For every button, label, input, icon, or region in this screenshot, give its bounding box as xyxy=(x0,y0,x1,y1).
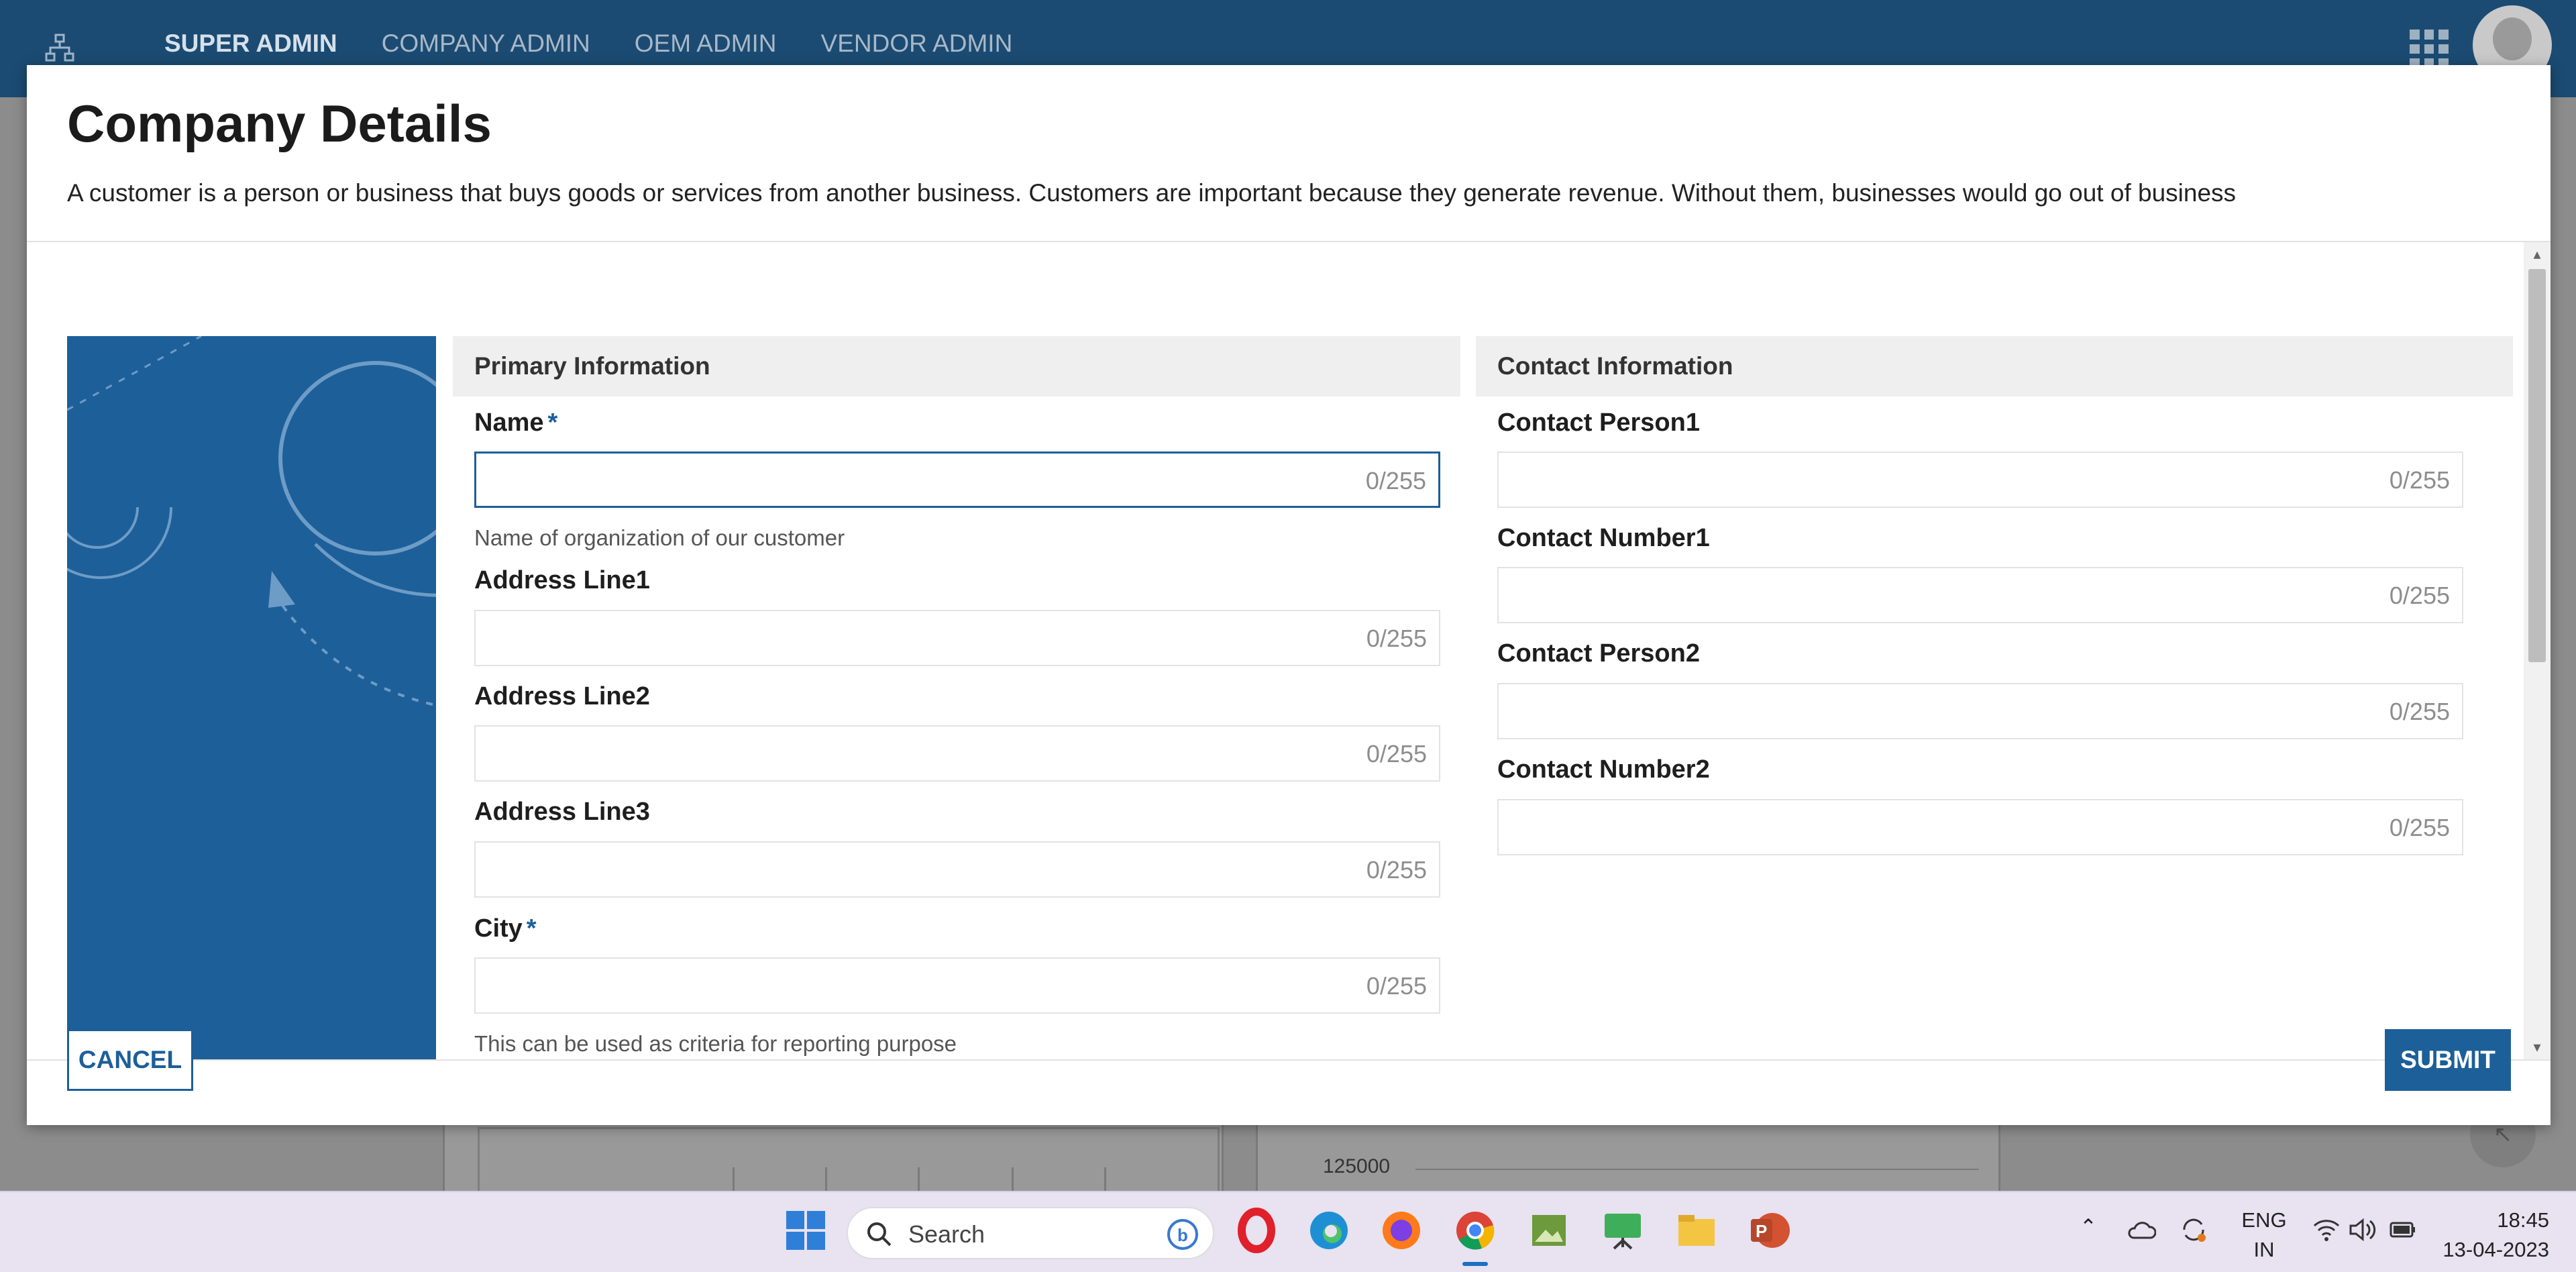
address-line3-label: Address Line3 xyxy=(474,798,650,826)
char-counter: 0/255 xyxy=(2389,466,2450,494)
search-icon xyxy=(867,1222,892,1247)
wifi-icon[interactable] xyxy=(2312,1216,2341,1243)
required-marker: * xyxy=(526,914,537,943)
search-label: Search xyxy=(908,1220,985,1248)
address-line1-input[interactable]: 0/255 xyxy=(474,610,1440,666)
contact-person2-input[interactable]: 0/255 xyxy=(1497,683,2463,739)
decorative-arcs-graphic xyxy=(67,336,436,707)
taskbar-search[interactable]: Search b xyxy=(847,1207,1214,1259)
firefox-icon[interactable] xyxy=(1378,1207,1425,1254)
city-helper-text: This can be used as criteria for reporti… xyxy=(474,1031,957,1056)
nav-company-admin[interactable]: COMPANY ADMIN xyxy=(382,30,590,58)
region-code: IN xyxy=(2253,1238,2275,1261)
chart-tick xyxy=(1012,1167,1014,1194)
scroll-up-icon[interactable]: ▴ xyxy=(2530,247,2544,262)
contact-information-section: Contact Information Contact Person1 0/25… xyxy=(1476,336,2513,855)
section-heading: Primary Information xyxy=(453,336,1460,396)
required-marker: * xyxy=(547,409,558,437)
dialog-description: A customer is a person or business that … xyxy=(67,179,2237,207)
char-counter: 0/255 xyxy=(1366,625,1427,652)
chart-axis-label: 125000 xyxy=(1323,1155,1391,1177)
char-counter: 0/255 xyxy=(2389,698,2450,725)
clock-date: 13-04-2023 xyxy=(2443,1238,2549,1261)
section-heading: Contact Information xyxy=(1476,336,2513,396)
show-hidden-icons-icon[interactable]: ⌃ xyxy=(2080,1215,2097,1239)
char-counter: 0/255 xyxy=(2389,582,2450,609)
nav-vendor-admin[interactable]: VENDOR ADMIN xyxy=(821,30,1013,58)
dialog-body[interactable]: Primary Information Name * 0/255 Name of … xyxy=(27,242,2551,1059)
decorative-side-panel xyxy=(67,336,436,1059)
os-taskbar: Search b P ⌃ ENG IN 18:45 13-04-2023 xyxy=(0,1191,2576,1272)
address-line3-input[interactable]: 0/255 xyxy=(474,841,1440,898)
contact-person2-label: Contact Person2 xyxy=(1497,639,1700,668)
name-helper-text: Name of organization of our customer xyxy=(474,525,845,550)
char-counter: 0/255 xyxy=(1366,740,1427,767)
name-input[interactable]: 0/255 xyxy=(474,452,1440,508)
lang-code: ENG xyxy=(2241,1208,2287,1232)
opera-icon[interactable] xyxy=(1233,1207,1280,1254)
cancel-button[interactable]: CANCEL xyxy=(67,1029,193,1091)
apps-grid-icon[interactable] xyxy=(2410,30,2449,68)
footer-divider xyxy=(27,1059,2551,1061)
primary-information-section: Primary Information Name * 0/255 Name of … xyxy=(453,336,1460,1056)
chart-tick xyxy=(1104,1167,1106,1194)
nav-oem-admin[interactable]: OEM ADMIN xyxy=(635,30,777,58)
bing-icon[interactable]: b xyxy=(1166,1218,1199,1251)
chart-tick xyxy=(733,1167,735,1194)
char-counter: 0/255 xyxy=(1366,856,1427,884)
scroll-down-icon[interactable]: ▾ xyxy=(2530,1040,2544,1055)
city-input[interactable]: 0/255 xyxy=(474,957,1440,1014)
chrome-icon[interactable] xyxy=(1452,1207,1499,1254)
address-line2-label: Address Line2 xyxy=(474,682,650,710)
background-chart-frame xyxy=(478,1127,1220,1194)
contact-number2-label: Contact Number2 xyxy=(1497,755,1710,784)
role-nav: SUPER ADMIN COMPANY ADMIN OEM ADMIN VEND… xyxy=(164,30,1012,58)
presentation-icon[interactable] xyxy=(1599,1207,1646,1254)
contact-person1-label: Contact Person1 xyxy=(1497,409,1700,437)
char-counter: 0/255 xyxy=(2389,814,2450,841)
active-app-indicator xyxy=(1462,1262,1488,1266)
submit-button[interactable]: SUBMIT xyxy=(2385,1029,2511,1091)
org-chart-icon[interactable] xyxy=(44,32,75,63)
name-label: Name * xyxy=(474,409,558,437)
dialog-scrollbar[interactable]: ▴ ▾ xyxy=(2524,242,2551,1059)
input-language[interactable]: ENG IN xyxy=(2241,1206,2288,1265)
contact-number1-input[interactable]: 0/255 xyxy=(1497,567,2463,623)
nav-super-admin[interactable]: SUPER ADMIN xyxy=(164,30,337,58)
address-line2-input[interactable]: 0/255 xyxy=(474,725,1440,782)
image-editor-icon[interactable] xyxy=(1525,1207,1572,1254)
svg-text:P: P xyxy=(1756,1221,1767,1241)
char-counter: 0/255 xyxy=(1366,972,1427,1000)
city-label: City * xyxy=(474,914,537,943)
scrollbar-thumb[interactable] xyxy=(2528,269,2546,662)
svg-text:b: b xyxy=(1177,1225,1188,1245)
char-counter: 0/255 xyxy=(1365,467,1426,494)
system-clock[interactable]: 18:45 13-04-2023 xyxy=(2442,1206,2549,1265)
sync-icon[interactable] xyxy=(2179,1215,2208,1244)
chart-tick xyxy=(825,1167,827,1194)
edge-icon[interactable] xyxy=(1305,1207,1352,1254)
battery-icon[interactable] xyxy=(2388,1218,2418,1242)
windows-start-icon[interactable] xyxy=(782,1207,829,1254)
contact-number1-label: Contact Number1 xyxy=(1497,524,1710,552)
chart-tick xyxy=(918,1167,920,1194)
file-explorer-icon[interactable] xyxy=(1673,1207,1720,1254)
address-line1-label: Address Line1 xyxy=(474,566,650,594)
contact-number2-input[interactable]: 0/255 xyxy=(1497,799,2463,855)
contact-person1-input[interactable]: 0/255 xyxy=(1497,452,2463,508)
company-details-dialog: Company Details A customer is a person o… xyxy=(27,65,2551,1125)
chart-gridline xyxy=(1415,1169,1979,1170)
powerpoint-icon[interactable]: P xyxy=(1747,1207,1794,1254)
volume-icon[interactable] xyxy=(2348,1216,2377,1243)
onedrive-icon[interactable] xyxy=(2127,1219,2156,1240)
dialog-title: Company Details xyxy=(67,94,492,153)
clock-time: 18:45 xyxy=(2497,1208,2549,1232)
